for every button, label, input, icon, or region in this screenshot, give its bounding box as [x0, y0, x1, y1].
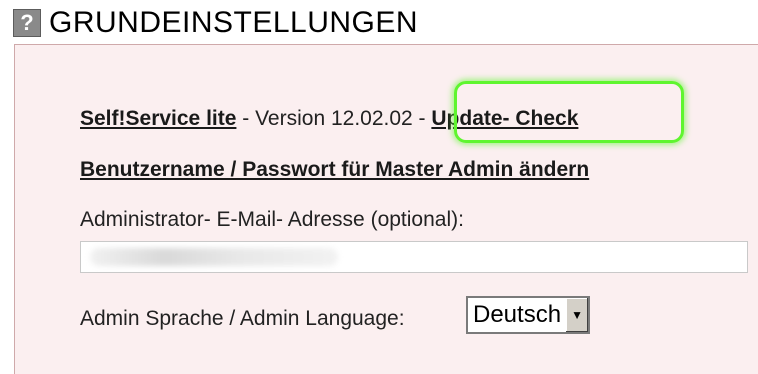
update-check-link[interactable]: Update- Check	[431, 107, 578, 130]
product-link[interactable]: Self!Service lite	[80, 107, 236, 130]
section-header: ? GRUNDEINSTELLUNGEN	[13, 6, 418, 40]
language-select[interactable]: Deutsch ▼	[466, 296, 591, 334]
change-credentials-link[interactable]: Benutzername / Passwort für Master Admin…	[80, 158, 589, 181]
email-label: Administrator- E-Mail- Adresse (optional…	[80, 208, 464, 231]
credentials-line: Benutzername / Passwort für Master Admin…	[80, 158, 589, 182]
language-select-value: Deutsch	[473, 301, 562, 328]
chevron-down-icon[interactable]: ▼	[565, 298, 589, 332]
version-line: Self!Service lite - Version 12.02.02 - U…	[80, 107, 578, 131]
admin-email-input[interactable]	[80, 241, 748, 273]
version-text: - Version 12.02.02 -	[236, 107, 432, 130]
help-icon[interactable]: ?	[13, 9, 41, 37]
language-label: Admin Sprache / Admin Language:	[80, 307, 405, 330]
section-title: GRUNDEINSTELLUNGEN	[49, 6, 419, 39]
